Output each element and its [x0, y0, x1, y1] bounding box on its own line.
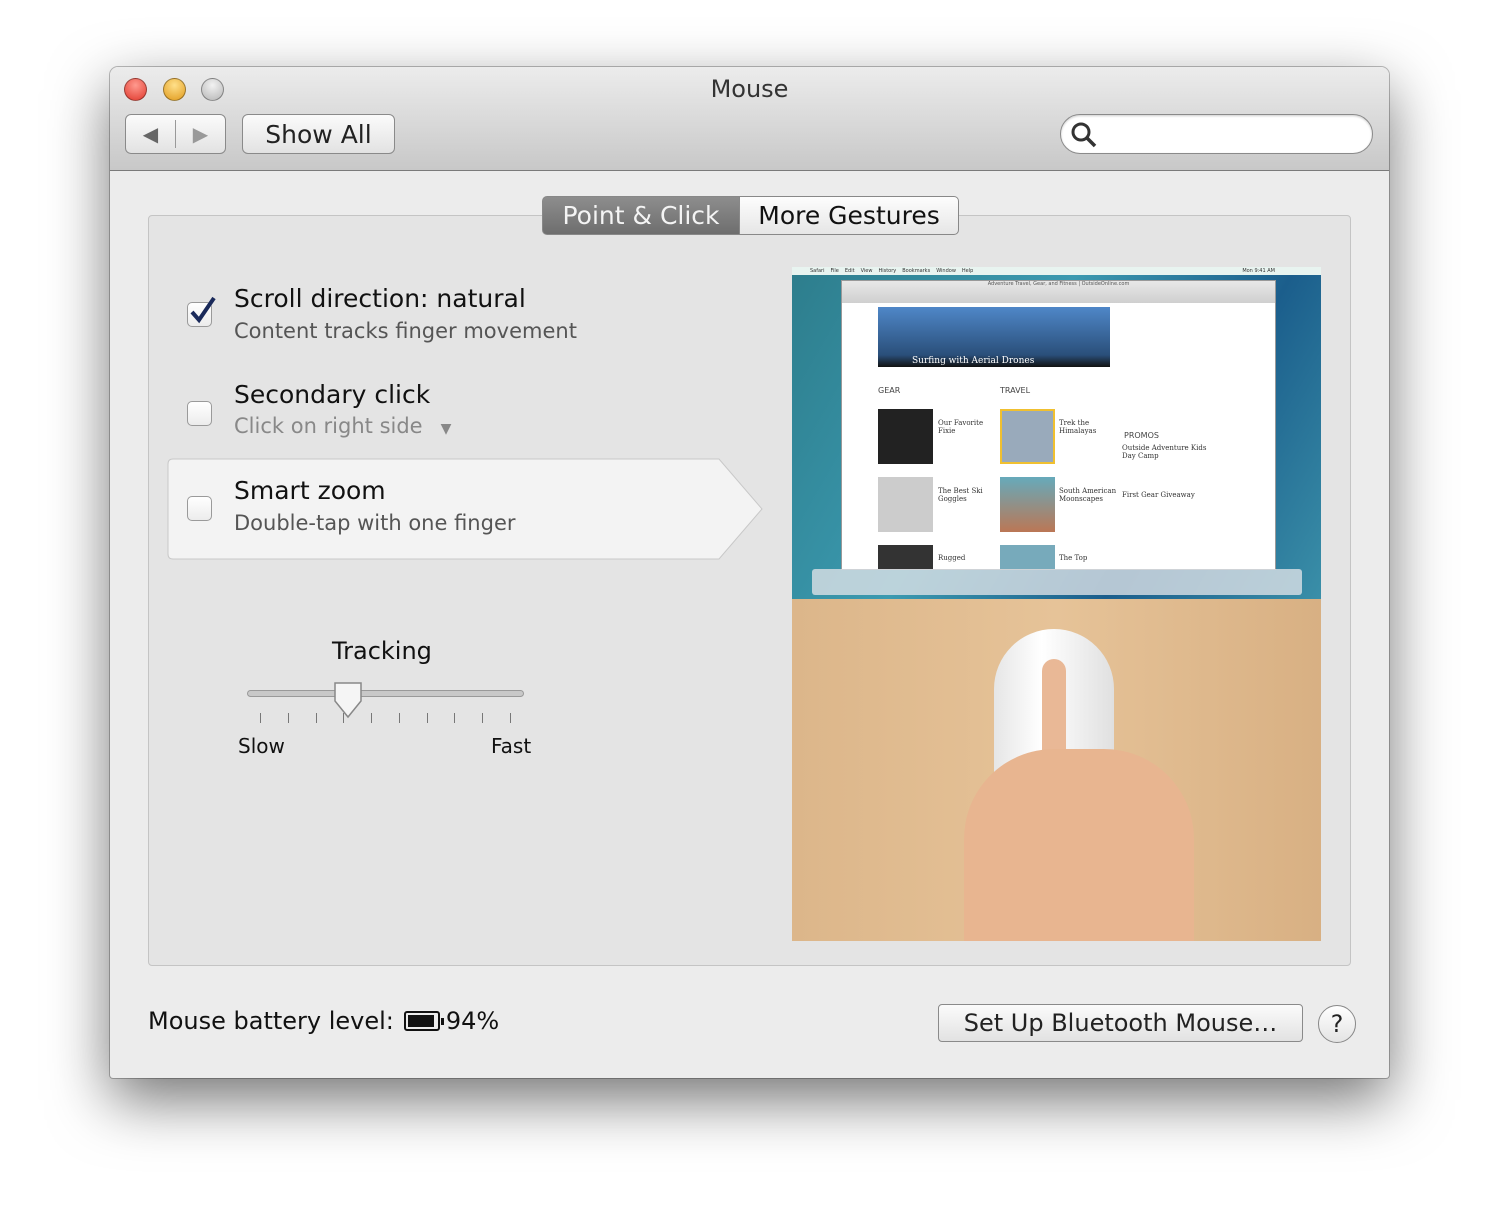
scroll-direction-checkbox[interactable]: [187, 296, 216, 327]
battery-icon: [403, 1011, 444, 1031]
battery-status: Mouse battery level: 94%: [148, 1007, 500, 1035]
slider-tick: [454, 713, 456, 723]
hand-image: [964, 749, 1194, 941]
preview-article-rugged: Rugged: [938, 554, 966, 562]
slider-tick: [398, 713, 400, 723]
preview-browser: Adventure Travel, Gear, and Fitness | Ou…: [841, 280, 1276, 570]
tab-more-gestures[interactable]: More Gestures: [739, 196, 959, 235]
tracking-fast-label: Fast: [491, 734, 532, 758]
slider-track: [247, 690, 524, 697]
preview-dock: [812, 569, 1302, 595]
help-button[interactable]: ?: [1318, 1005, 1356, 1043]
forward-arrow-icon[interactable]: ▶: [176, 122, 225, 146]
slider-tick: [315, 713, 317, 723]
toolbar: Mouse ◀ ▶ Show All: [110, 67, 1389, 171]
slider-tick: [510, 713, 511, 723]
tracking-slider[interactable]: [247, 681, 524, 743]
preview-article-the-top: The Top: [1059, 554, 1088, 562]
secondary-click-dropdown[interactable]: Click on right side ▼: [234, 414, 451, 438]
tracking-slow-label: Slow: [238, 734, 285, 758]
smart-zoom-subtitle: Double-tap with one finger: [234, 511, 516, 535]
tracking-label: Tracking: [332, 637, 432, 665]
smart-zoom-title: Smart zoom: [234, 476, 386, 505]
search-icon: [1071, 122, 1097, 148]
set-up-bluetooth-mouse-button[interactable]: Set Up Bluetooth Mouse…: [938, 1004, 1303, 1042]
slider-tick: [482, 713, 484, 723]
show-all-button[interactable]: Show All: [242, 114, 395, 154]
scroll-direction-subtitle: Content tracks finger movement: [234, 319, 577, 343]
gesture-preview-video: Safari File Edit View History Bookmarks Window…: [792, 267, 1321, 941]
smart-zoom-highlight: [167, 458, 763, 560]
secondary-click-checkbox[interactable]: [187, 401, 212, 426]
back-forward-control: ◀ ▶: [125, 114, 226, 154]
window-title: Mouse: [710, 75, 789, 103]
checkmark-icon: [190, 296, 216, 324]
tab-point-click[interactable]: Point & Click: [542, 196, 740, 235]
preview-desk: [792, 599, 1321, 941]
preview-headline: Surfing with Aerial Drones: [912, 356, 1035, 366]
slider-tick: [260, 713, 261, 723]
secondary-click-value: Click on right side: [234, 414, 423, 438]
slider-tick: [371, 713, 373, 723]
chevron-down-icon: ▼: [440, 421, 452, 437]
smart-zoom-checkbox[interactable]: [187, 496, 212, 521]
preview-menubar: Safari File Edit View History Bookmarks Window…: [792, 267, 1321, 275]
slider-knob[interactable]: [332, 681, 364, 721]
search-input[interactable]: [1060, 114, 1373, 154]
back-arrow-icon[interactable]: ◀: [126, 122, 175, 146]
slider-tick: [426, 713, 428, 723]
slider-tick: [287, 713, 289, 723]
scroll-direction-title: Scroll direction: natural: [234, 284, 526, 313]
secondary-click-title: Secondary click: [234, 380, 431, 409]
mouse-preferences-window: Mouse ◀ ▶ Show All Point & Click More Ge…: [110, 67, 1389, 1078]
